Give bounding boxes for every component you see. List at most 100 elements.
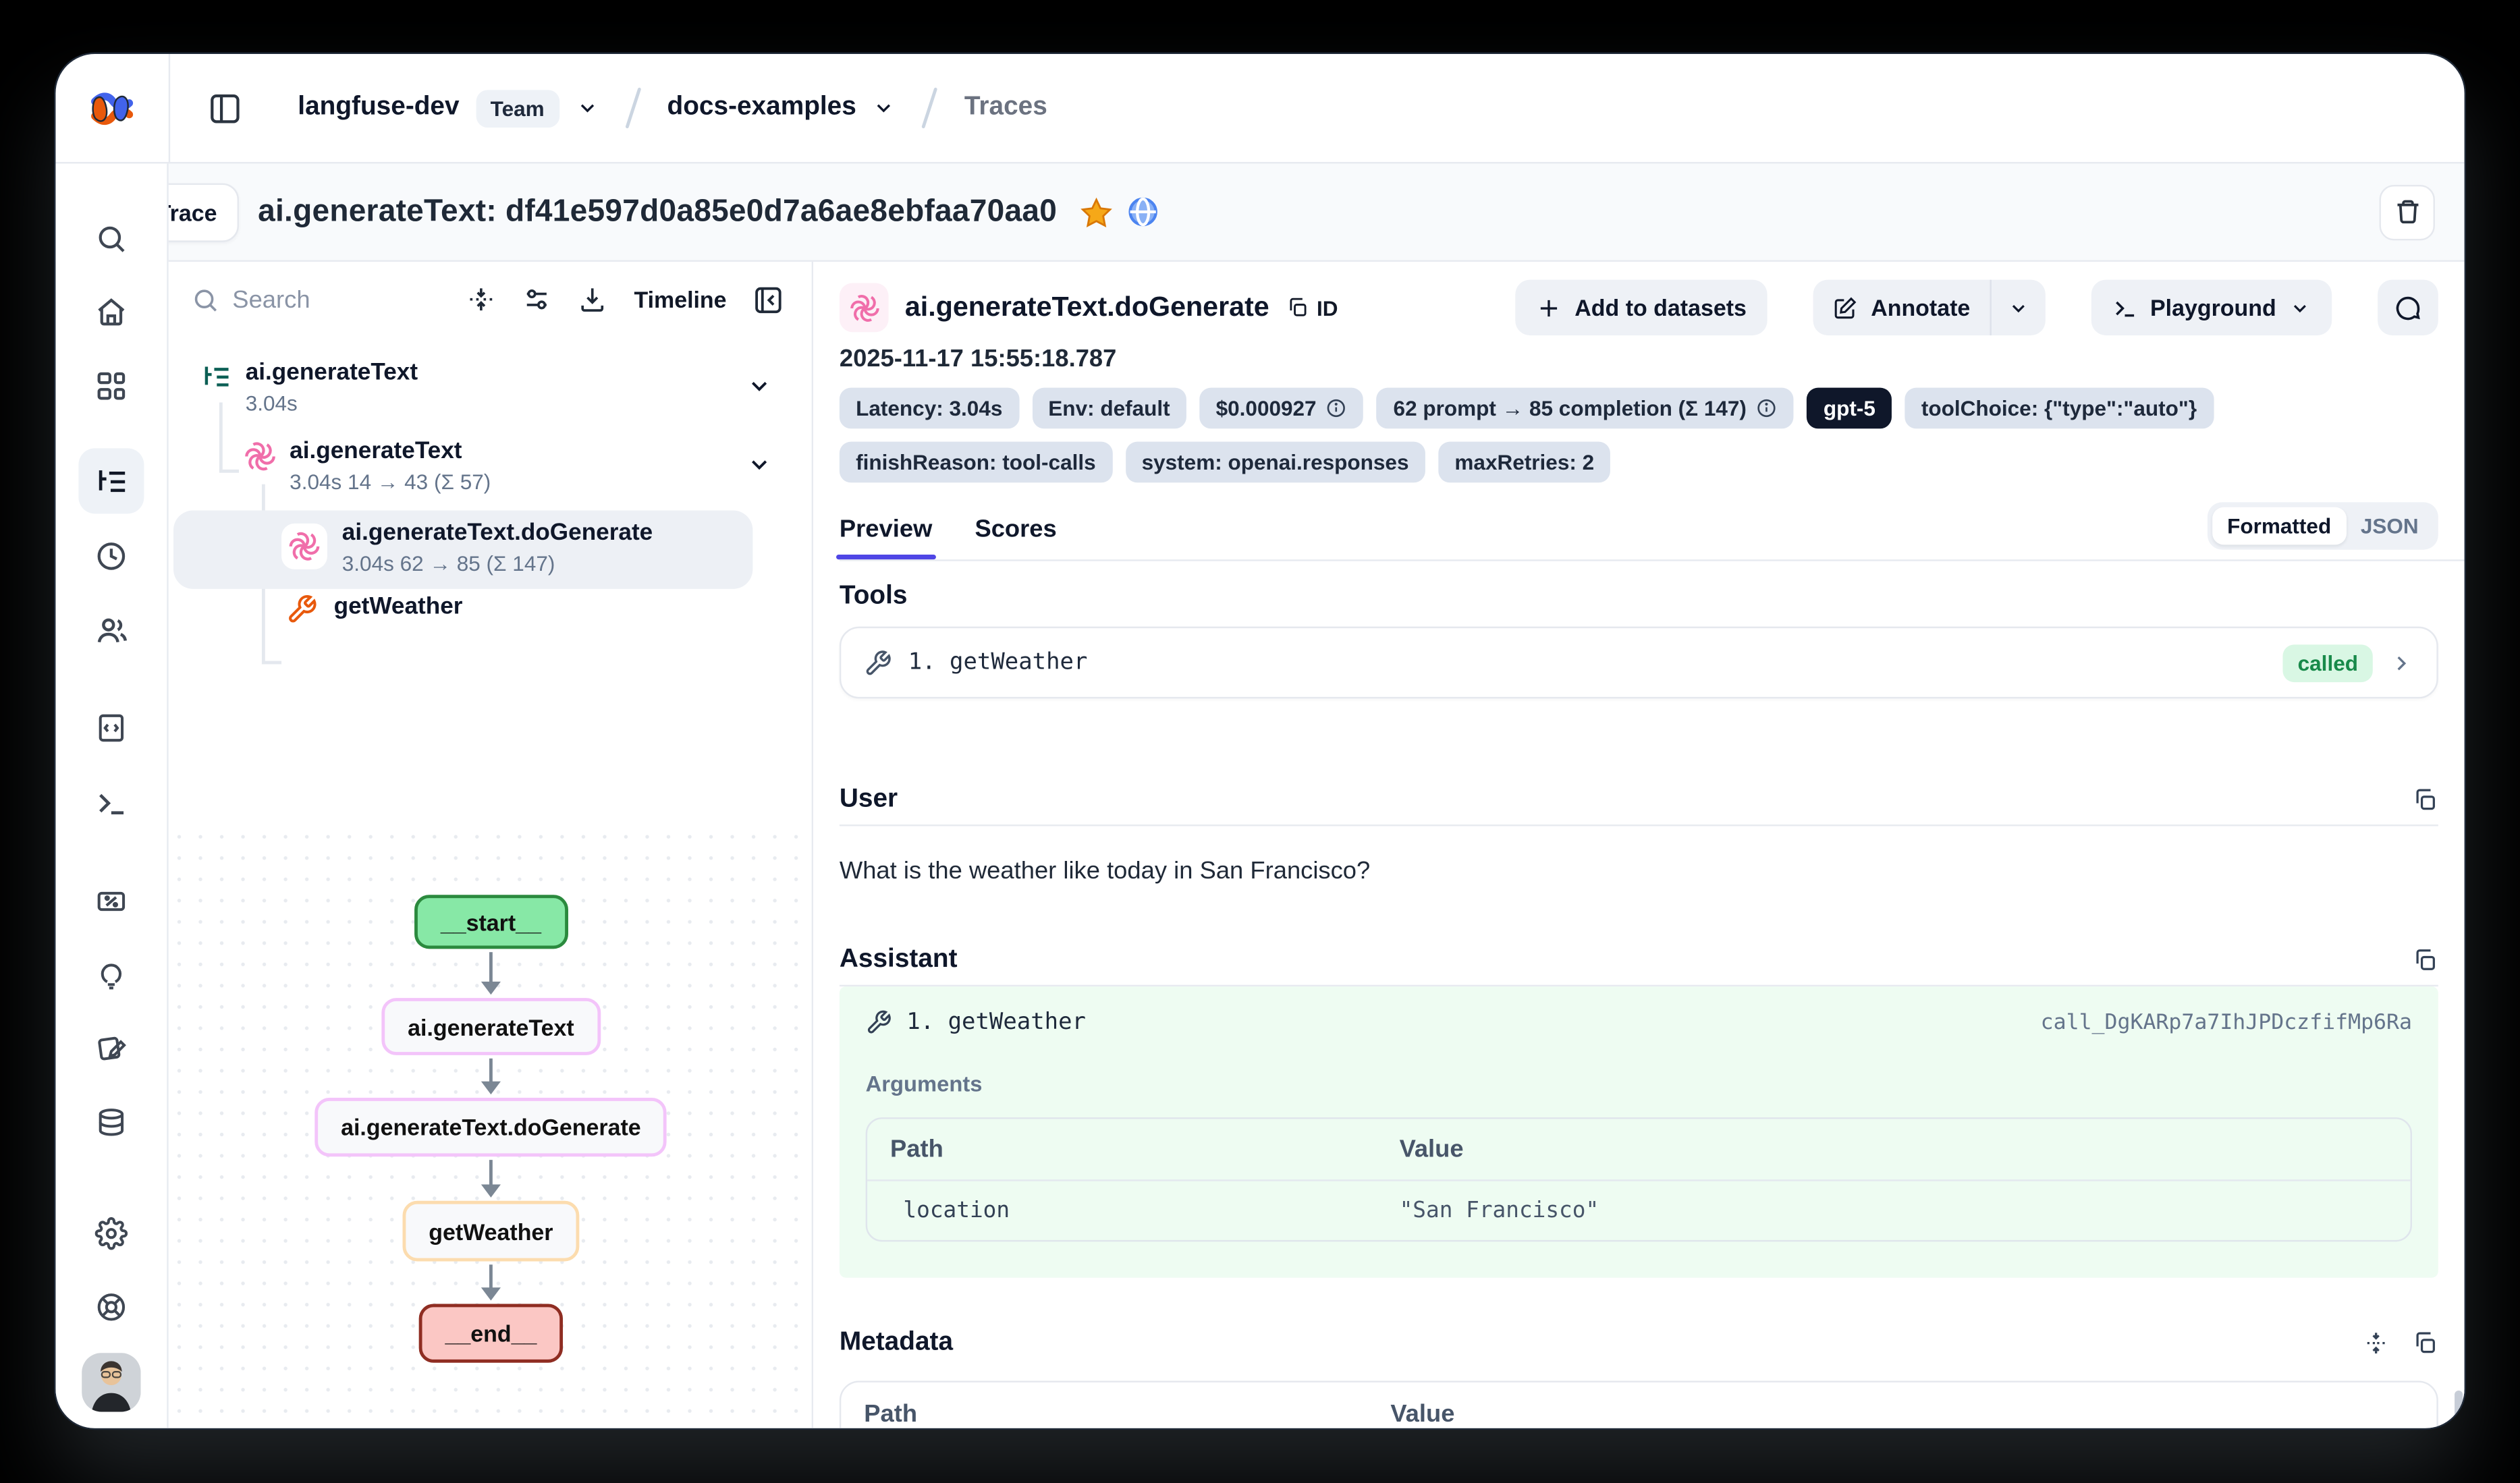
tool-call-id: call_DgKARp7a7IhJPDczfifMp6Ra — [2041, 1010, 2412, 1034]
playground-terminal-icon[interactable] — [78, 771, 144, 836]
graph-edge-arrow — [481, 952, 501, 995]
dashboard-icon[interactable] — [78, 354, 144, 419]
comments-button[interactable] — [2378, 280, 2438, 335]
observation-timestamp: 2025-11-17 15:55:18.787 — [840, 345, 1117, 373]
tool-called-badge: called — [2283, 644, 2373, 681]
collapse-all-icon[interactable] — [460, 278, 503, 320]
copy-id-chip[interactable]: ID — [1286, 296, 1338, 320]
observation-title: ai.generateText.doGenerate — [905, 291, 1269, 324]
playground-button[interactable]: Playground — [2091, 280, 2332, 335]
expand-vertical-icon[interactable] — [2363, 1330, 2389, 1356]
avatar-photo — [82, 1353, 140, 1411]
col-path: Path — [841, 1382, 1367, 1428]
tree-search-input[interactable]: Search — [192, 285, 447, 313]
user-heading: User — [840, 785, 898, 815]
download-icon[interactable] — [572, 278, 614, 320]
graph-node-dogenerate[interactable]: ai.generateText.doGenerate — [314, 1098, 667, 1156]
annotation-queues-icon[interactable] — [78, 1016, 144, 1082]
prompts-file-icon[interactable] — [78, 695, 144, 760]
metadata-table-header: Path Value — [841, 1382, 2436, 1428]
tab-preview[interactable]: Preview — [840, 515, 933, 559]
chevron-down-icon — [2289, 297, 2311, 318]
format-toggle: Formatted JSON — [2208, 502, 2438, 549]
graph-node-end[interactable]: __end__ — [419, 1304, 563, 1362]
collapse-panel-icon[interactable] — [746, 278, 789, 320]
org-chevron-down-icon[interactable] — [576, 96, 599, 119]
add-to-datasets-button[interactable]: Add to datasets — [1516, 280, 1768, 335]
maxretries-badge: maxRetries: 2 — [1438, 442, 1610, 483]
sessions-clock-icon[interactable] — [78, 524, 144, 589]
info-icon — [1326, 397, 1348, 419]
support-lifebuoy-icon[interactable] — [78, 1275, 144, 1340]
graph-node-label: __start__ — [441, 909, 541, 935]
tree-item-meta: 3.04s 14 → 43 (Σ 57) — [290, 470, 491, 494]
tree-item-meta: 3.04s 62 → 85 (Σ 147) — [342, 551, 653, 576]
col-path: Path — [867, 1119, 1377, 1179]
annotate-button[interactable]: Annotate — [1813, 280, 1990, 335]
toggle-formatted[interactable]: Formatted — [2212, 507, 2346, 545]
project-name[interactable]: docs-examples — [667, 93, 856, 123]
tree-item-getweather[interactable]: getWeather — [286, 594, 462, 625]
pinwheel-icon-tile — [281, 524, 327, 569]
project-chevron-down-icon[interactable] — [873, 96, 896, 119]
section-divider — [840, 824, 2438, 826]
tab-scores[interactable]: Scores — [975, 515, 1056, 559]
graph-node-getweather[interactable]: getWeather — [402, 1201, 579, 1262]
metadata-heading: Metadata — [840, 1328, 953, 1358]
trace-header-row: Trace ai.generateText: df41e597d0a85e0d7… — [55, 163, 2464, 261]
plus-icon — [1537, 296, 1562, 320]
tree-item-collapse-chevron[interactable] — [746, 451, 773, 478]
insights-lightbulb-icon[interactable] — [78, 943, 144, 1008]
tree-item-root[interactable]: ai.generateText 3.04s — [201, 360, 418, 415]
tool-call-row: 1. getWeather call_DgKARp7a7IhJPDczfifMp… — [866, 1009, 2412, 1036]
tree-item-generation[interactable]: ai.generateText 3.04s 14 → 43 (Σ 57) — [244, 439, 491, 494]
users-icon[interactable] — [78, 597, 144, 663]
copy-icon[interactable] — [2412, 947, 2438, 974]
cost-badge[interactable]: $0.000927 — [1199, 388, 1364, 429]
playground-label: Playground — [2150, 294, 2276, 320]
org-name[interactable]: langfuse-dev — [298, 93, 459, 123]
left-nav-rail — [55, 163, 168, 1428]
annotate-dropdown-chevron[interactable] — [1992, 280, 2046, 335]
section-name[interactable]: Traces — [964, 93, 1047, 123]
tool-definition-row[interactable]: 1. getWeather called — [840, 627, 2438, 699]
toggle-json[interactable]: JSON — [2346, 507, 2433, 545]
model-badge[interactable]: gpt-5 — [1807, 388, 1892, 429]
graph-node-label: getWeather — [429, 1218, 553, 1244]
home-icon[interactable] — [78, 280, 144, 345]
datasets-database-icon[interactable] — [78, 1090, 144, 1155]
chevron-right-icon[interactable] — [2389, 650, 2413, 675]
sidebar-toggle-icon[interactable] — [203, 87, 246, 130]
graph-node-start[interactable]: __start__ — [414, 895, 568, 949]
detail-scrollbar-thumb[interactable] — [2455, 1391, 2463, 1428]
view-settings-icon[interactable] — [516, 278, 559, 320]
graph-edge-arrow — [481, 1264, 501, 1300]
delete-trace-button[interactable] — [2380, 184, 2435, 240]
pinwheel-icon — [848, 292, 879, 323]
graph-node-label: ai.generateText.doGenerate — [341, 1114, 641, 1140]
tokens-badge[interactable]: 62 prompt → 85 completion (Σ 147) — [1377, 388, 1794, 429]
public-globe-icon[interactable] — [1126, 195, 1160, 229]
langfuse-logo[interactable] — [55, 54, 168, 162]
settings-gear-icon[interactable] — [78, 1201, 144, 1266]
copy-icon[interactable] — [2412, 1330, 2438, 1356]
tree-item-dogenerate-selected[interactable]: ai.generateText.doGenerate 3.04s 62 → 85… — [281, 520, 653, 576]
comment-bubble-icon — [2394, 293, 2421, 321]
tree-connector — [262, 661, 281, 665]
finishreason-badge: finishReason: tool-calls — [840, 442, 1112, 483]
graph-node-label: __end__ — [445, 1320, 537, 1347]
graph-node-generatetext[interactable]: ai.generateText — [381, 998, 600, 1055]
tree-item-collapse-chevron[interactable] — [746, 373, 773, 399]
user-avatar[interactable] — [82, 1353, 140, 1411]
copy-icon[interactable] — [2412, 787, 2438, 813]
tool-call-name: 1. getWeather — [906, 1009, 1086, 1036]
tracing-nav-icon[interactable] — [78, 448, 144, 513]
app-window: langfuse-dev Team docs-examples Traces — [55, 54, 2464, 1428]
pinwheel-icon — [244, 440, 276, 472]
timeline-toggle[interactable]: Timeline — [634, 286, 726, 312]
tree-connector — [219, 470, 239, 473]
evaluation-icon[interactable] — [78, 869, 144, 934]
bookmark-star-icon[interactable] — [1080, 196, 1112, 228]
observation-badges: Latency: 3.04s Env: default $0.000927 62… — [840, 388, 2438, 483]
search-icon[interactable] — [78, 206, 144, 272]
